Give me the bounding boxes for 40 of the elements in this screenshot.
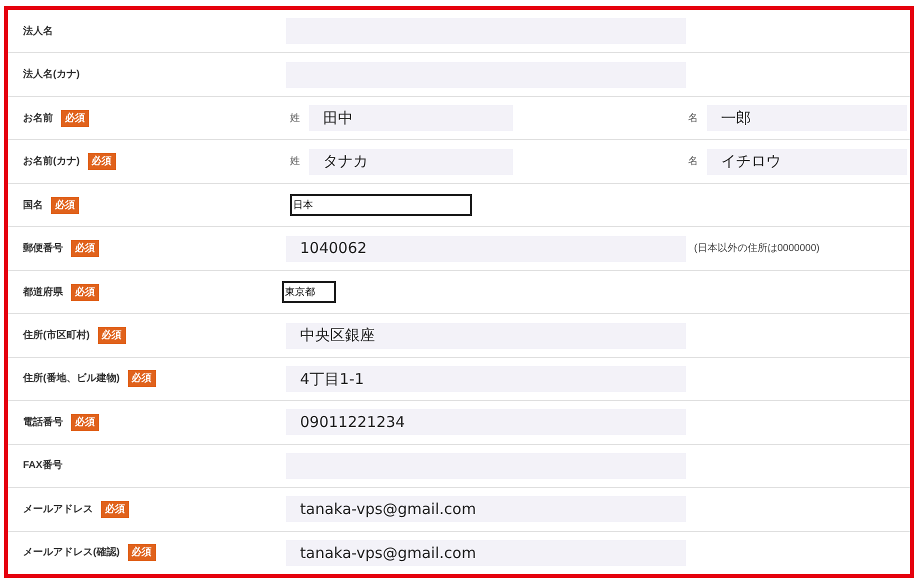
field-label: メールアドレス [23, 502, 93, 517]
required-badge: 必須 [71, 284, 99, 301]
field-prefix: 名 [688, 155, 698, 170]
select-field[interactable]: 東京都 [282, 281, 336, 304]
required-badge: 必須 [101, 500, 129, 518]
field-label: 都道府県 [23, 285, 63, 300]
field-prefix: 姓 [290, 155, 300, 170]
input-field[interactable]: 1040062 [286, 236, 686, 262]
required-badge: 必須 [88, 153, 116, 170]
required-badge: 必須 [128, 544, 156, 562]
field-label: 法人名 [23, 24, 53, 39]
required-badge: 必須 [71, 414, 99, 431]
field-label: 郵便番号 [23, 242, 63, 256]
input-field[interactable]: 田中 [309, 105, 513, 132]
input-field[interactable]: 4丁目1-1 [286, 366, 686, 392]
input-field[interactable]: 09011221234 [286, 409, 686, 436]
input-field[interactable]: 中央区銀座 [286, 322, 686, 349]
field-label: メールアドレス(確認) [23, 546, 120, 560]
field-label: 電話番号 [23, 416, 63, 430]
required-badge: 必須 [128, 370, 156, 388]
field-label: お名前(カナ) [23, 154, 80, 170]
field-prefix: 姓 [290, 112, 300, 126]
field-label: FAX番号 [23, 458, 62, 474]
field-label: お名前 [23, 112, 53, 126]
field-prefix: 名 [688, 112, 698, 126]
required-badge: 必須 [98, 327, 126, 344]
field-label: 住所(市区町村) [23, 328, 90, 344]
input-field[interactable]: tanaka-vps@gmail.com [286, 540, 686, 566]
input-field[interactable]: イチロウ [707, 148, 907, 175]
required-badge: 必須 [51, 196, 79, 214]
field-label: 法人名(カナ) [23, 68, 80, 82]
input-field[interactable]: タナカ [309, 148, 513, 175]
required-badge: 必須 [61, 110, 89, 127]
field-label: 国名 [23, 198, 43, 213]
input-field[interactable]: tanaka-vps@gmail.com [286, 496, 686, 522]
input-field[interactable]: 一郎 [707, 105, 907, 132]
field-label: 住所(番地、ビル建物) [23, 372, 120, 386]
required-badge: 必須 [71, 240, 99, 258]
hint-text: (日本以外の住所は0000000) [694, 242, 820, 256]
select-field[interactable]: 日本 [290, 194, 472, 216]
